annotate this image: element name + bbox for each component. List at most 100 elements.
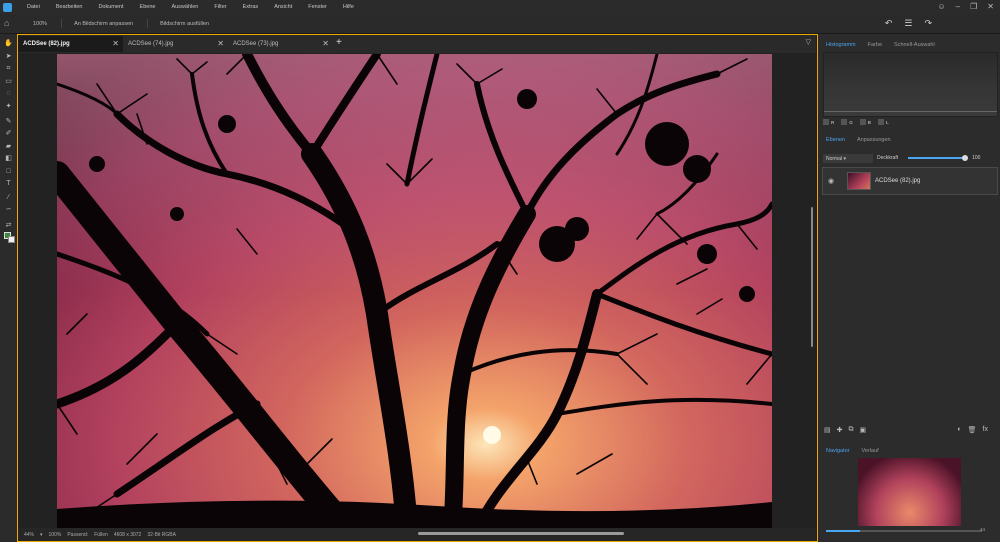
fill-screen-button[interactable]: Bildschirm ausfüllen	[160, 20, 209, 28]
menu-fenster[interactable]: Fenster	[308, 4, 327, 10]
tools-panel: ✋ ➤ ⌗ ▭ ◌ ✦ ✎ ✐ ▰ ◧ □ T ⁄ ∽ ⇄	[0, 34, 17, 542]
adjustment-icon[interactable]: ✚	[837, 426, 843, 434]
lasso-icon[interactable]: ◌	[4, 90, 13, 98]
shape-tool-icon[interactable]: □	[4, 168, 13, 176]
brush-tool-icon[interactable]: ✎	[4, 118, 13, 126]
tab-navigator[interactable]: Navigator	[826, 448, 850, 454]
layer-tabs: Ebenen Anpassungen	[818, 133, 1000, 147]
undo-icon[interactable]: ↶	[885, 18, 893, 29]
histogram-channels: R G B L	[823, 119, 889, 125]
trash-icon[interactable]: 🗑	[968, 426, 977, 434]
document-area: ACDSee (82).jpg ✕ ACDSee (74).jpg ✕ ACDS…	[17, 34, 818, 542]
opacity-slider[interactable]	[908, 155, 969, 161]
background-color-swatch[interactable]	[8, 236, 15, 243]
fit-status-label: Passend:	[67, 531, 89, 538]
image-dimensions: 4608 x 3072	[113, 531, 142, 538]
add-tab-icon[interactable]: +	[336, 37, 342, 48]
zoom-100-label: 100%	[33, 21, 48, 27]
eyedropper-icon[interactable]: ⁄	[4, 194, 13, 202]
zoom-dropdown-icon[interactable]: ▾	[40, 532, 43, 538]
close-icon[interactable]: ✕	[217, 39, 224, 48]
tab-acdsee-74[interactable]: ACDSee (74).jpg ✕	[123, 36, 228, 52]
tab-quick-select[interactable]: Schnell-Auswahl	[894, 42, 935, 48]
menu-hilfe[interactable]: Hilfe	[343, 4, 354, 10]
sun	[483, 426, 501, 444]
tab-label: ACDSee (73).jpg	[233, 41, 279, 47]
navigator-zoom-fill	[826, 530, 860, 532]
tab-adjustments[interactable]: Anpassungen	[857, 137, 891, 143]
context-toolbar: ⌂ 100% An Bildschirm anpassen Bildschirm…	[0, 14, 1000, 34]
tab-histogram[interactable]: Histogramm	[826, 42, 856, 48]
blend-mode-select[interactable]: Normal ▾	[823, 153, 873, 163]
vertical-scrollbar[interactable]	[811, 207, 813, 347]
group-icon[interactable]: ▣	[860, 426, 867, 434]
histogram-tabs: Histogramm Farbe Schnell-Auswahl	[818, 38, 1000, 52]
view-tool-icon[interactable]: ✋	[4, 40, 13, 48]
channel-g-checkbox[interactable]: G	[841, 119, 853, 125]
channel-r-checkbox[interactable]: R	[823, 119, 834, 125]
tab-layers[interactable]: Ebenen	[826, 137, 845, 143]
layer-actions: ▤ ✚ ⧉ ▣ ◐ 🗑 fx	[824, 426, 994, 434]
crop-tool-icon[interactable]: ⌗	[4, 65, 13, 73]
opacity-slider-knob[interactable]	[962, 155, 969, 161]
menu-ansicht[interactable]: Ansicht	[274, 4, 292, 10]
navigator-preview[interactable]	[858, 458, 961, 526]
app-icon[interactable]	[3, 2, 12, 12]
document-image[interactable]	[57, 54, 772, 530]
zoom-100-status[interactable]: 100%	[49, 532, 62, 538]
minimize-icon[interactable]: –	[956, 2, 960, 11]
move-tool-icon[interactable]: ➤	[4, 53, 13, 61]
window-controls: ☺ – ❐ ✕	[938, 2, 995, 11]
mask-icon[interactable]: ◐	[957, 426, 961, 434]
close-window-icon[interactable]: ✕	[987, 2, 994, 11]
navigator-zoom-slider[interactable]	[826, 530, 982, 532]
zoom-level[interactable]: 44%	[24, 532, 34, 538]
magic-wand-icon[interactable]: ✦	[4, 103, 13, 111]
histogram-baseline	[824, 111, 997, 112]
channel-l-checkbox[interactable]: L	[878, 119, 889, 125]
layer-thumbnail	[847, 172, 871, 190]
menu-datei[interactable]: Datei	[27, 4, 40, 10]
channel-b-checkbox[interactable]: B	[859, 119, 871, 125]
zoom-100-button[interactable]: 100%	[33, 20, 47, 28]
tab-label: ACDSee (82).jpg	[23, 41, 70, 47]
tab-history[interactable]: Verlauf	[862, 448, 879, 454]
pen-tool-icon[interactable]: ✐	[4, 130, 13, 138]
eraser-icon[interactable]: ▰	[4, 143, 13, 151]
user-icon[interactable]: ☺	[938, 2, 946, 11]
home-icon[interactable]: ⌂	[4, 18, 15, 29]
history-menu-icon[interactable]: ☰	[904, 18, 912, 29]
tab-color[interactable]: Farbe	[868, 42, 882, 48]
menu-bar: Datei Bearbeiten Dokument Ebene Auswähle…	[0, 0, 1000, 14]
duplicate-icon[interactable]: ⧉	[849, 426, 854, 434]
rect-select-icon[interactable]: ▭	[4, 78, 13, 86]
layer-row[interactable]: ◉ ACDSee (82).jpg	[822, 167, 998, 195]
blend-mode-value: Normal	[826, 155, 843, 162]
channel-label: L	[886, 119, 889, 125]
redo-icon[interactable]: ↷	[924, 18, 932, 29]
menu-filter[interactable]: Filter	[214, 4, 226, 10]
horizontal-scrollbar[interactable]	[418, 532, 624, 535]
menu-auswaehlen[interactable]: Auswählen	[171, 4, 198, 10]
menu-bearbeiten[interactable]: Bearbeiten	[56, 4, 83, 10]
menu-dokument[interactable]: Dokument	[98, 4, 123, 10]
menu-extras[interactable]: Extras	[243, 4, 259, 10]
text-tool-icon[interactable]: T	[4, 180, 13, 188]
close-icon[interactable]: ✕	[112, 39, 119, 48]
eye-icon[interactable]: ◉	[828, 177, 840, 185]
smudge-icon[interactable]: ∽	[4, 206, 13, 214]
opacity-value[interactable]: 100	[972, 155, 980, 161]
add-layer-icon[interactable]: ▤	[824, 426, 831, 434]
tab-acdsee-82[interactable]: ACDSee (82).jpg ✕	[18, 36, 123, 52]
close-icon[interactable]: ✕	[322, 39, 329, 48]
fill-status-button[interactable]: Füllen	[94, 532, 108, 538]
fx-icon[interactable]: fx	[983, 426, 988, 434]
fill-screen-label: Bildschirm ausfüllen	[160, 21, 210, 27]
restore-icon[interactable]: ❐	[970, 2, 977, 11]
swap-colors-icon[interactable]: ⇄	[4, 222, 13, 230]
fill-tool-icon[interactable]: ◧	[4, 155, 13, 163]
tab-menu-icon[interactable]: ▽	[806, 38, 811, 46]
fit-screen-button[interactable]: An Bildschirm anpassen	[74, 20, 133, 28]
tab-acdsee-73[interactable]: ACDSee (73).jpg ✕	[228, 36, 333, 52]
menu-ebene[interactable]: Ebene	[140, 4, 156, 10]
